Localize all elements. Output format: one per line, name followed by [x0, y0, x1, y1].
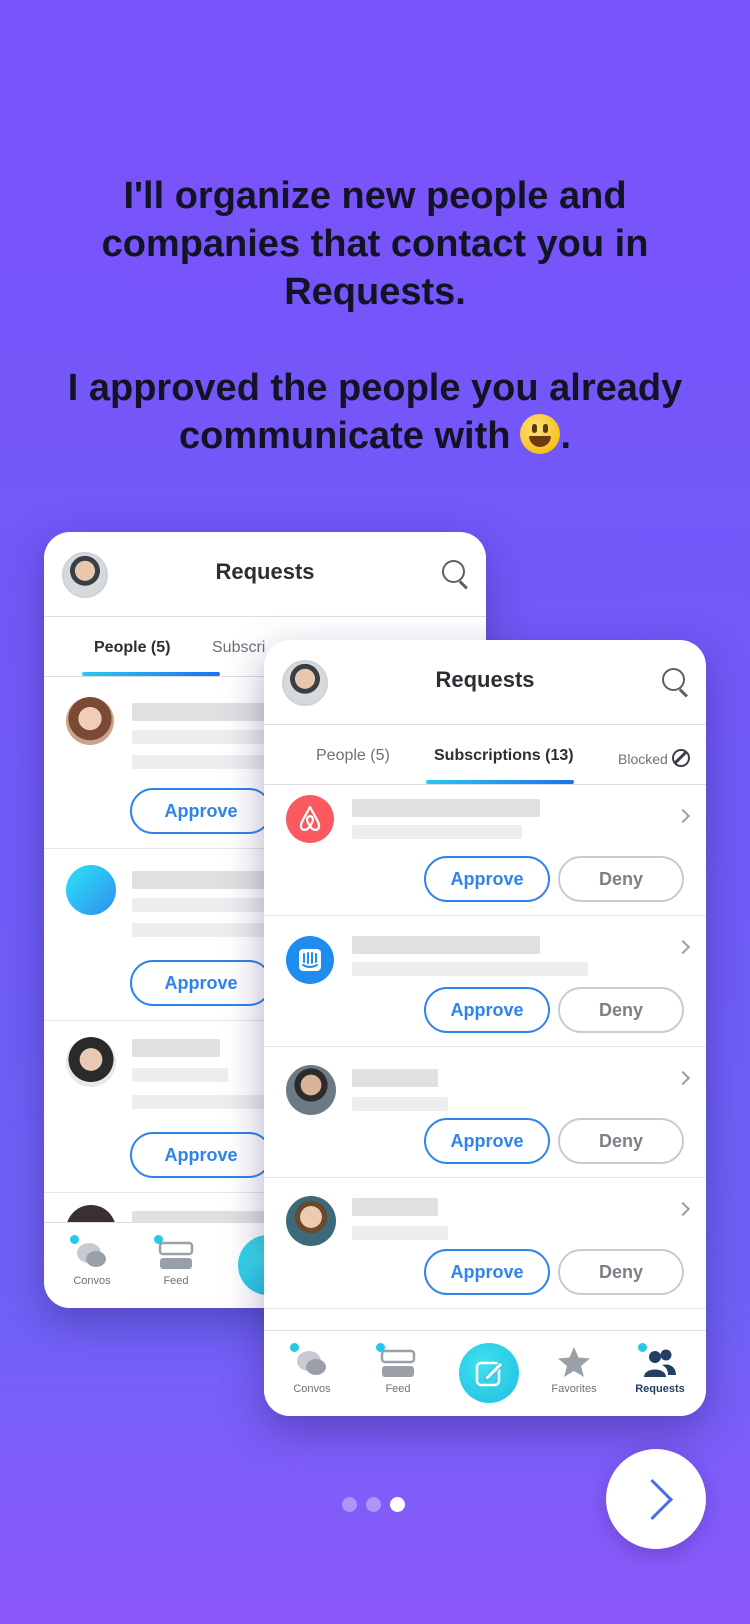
unread-dot [638, 1343, 647, 1352]
placeholder-bar [132, 923, 272, 937]
card-header: Requests [264, 640, 706, 725]
deny-button[interactable]: Deny [558, 987, 684, 1033]
placeholder-bar [352, 1097, 448, 1111]
avatar [286, 1196, 336, 1246]
page-dot-active [390, 1497, 405, 1512]
placeholder-bar [132, 1095, 272, 1109]
nav-label: Feed [163, 1275, 189, 1287]
approve-button[interactable]: Approve [130, 960, 272, 1006]
placeholder-bar [132, 730, 272, 744]
placeholder-bar [132, 755, 272, 769]
page-dot [342, 1497, 357, 1512]
unread-dot [290, 1343, 299, 1352]
nav-feed[interactable]: Feed [136, 1235, 216, 1287]
unread-dot [376, 1343, 385, 1352]
card-header: Requests [44, 532, 486, 617]
page-dot [366, 1497, 381, 1512]
tab-subscriptions[interactable]: Subscri [212, 639, 265, 657]
tab-underline [426, 780, 574, 784]
unread-dot [154, 1235, 163, 1244]
feed-icon [380, 1349, 416, 1377]
convos-icon [297, 1351, 326, 1375]
approve-button[interactable]: Approve [130, 788, 272, 834]
blocked-icon [671, 749, 690, 767]
nav-favorites[interactable]: Favorites [534, 1345, 614, 1395]
list-item[interactable]: Approve Deny [264, 1047, 706, 1178]
nav-label: Convos [73, 1275, 111, 1287]
headline-line-2-end: . [560, 415, 572, 457]
requests-people-icon [644, 1349, 676, 1377]
tab-blocked[interactable]: Blocked [618, 749, 690, 767]
unread-dot [70, 1235, 79, 1244]
compose-button[interactable] [459, 1343, 519, 1403]
intercom-glyph-icon [299, 949, 321, 971]
onboarding-headline: I'll organize new people and companies t… [60, 172, 690, 460]
avatar [66, 865, 116, 915]
intercom-logo-icon [286, 936, 334, 984]
chevron-right-icon [675, 939, 691, 955]
nav-feed[interactable]: Feed [358, 1343, 438, 1395]
star-icon [558, 1347, 590, 1377]
nav-convos[interactable]: Convos [52, 1235, 132, 1287]
nav-convos[interactable]: Convos [272, 1343, 352, 1395]
next-button[interactable] [606, 1449, 706, 1549]
bottom-nav: Convos Feed Favorites Requests [264, 1330, 706, 1416]
nav-label: Favorites [551, 1383, 597, 1395]
requests-card-subscriptions: Requests People (5) Subscriptions (13) B… [264, 640, 706, 1416]
approve-button[interactable]: Approve [424, 987, 550, 1033]
chevron-right-icon [675, 1070, 691, 1086]
page-title: Requests [435, 667, 535, 692]
placeholder-bar [132, 898, 272, 912]
avatar [66, 1037, 116, 1087]
nav-label: Requests [635, 1383, 685, 1395]
tab-underline [82, 672, 220, 676]
airbnb-logo-icon [286, 795, 334, 843]
page-title: Requests [215, 559, 315, 584]
placeholder-bar [132, 703, 272, 721]
smiley-emoji-icon [520, 414, 561, 454]
placeholder-bar [352, 1226, 448, 1240]
search-icon[interactable] [440, 558, 470, 588]
nav-label: Feed [385, 1383, 411, 1395]
placeholder-bar [132, 871, 272, 889]
tab-subscriptions[interactable]: Subscriptions (13) [434, 747, 574, 765]
approve-button[interactable]: Approve [424, 1118, 550, 1164]
avatar [286, 1065, 336, 1115]
avatar [66, 697, 114, 745]
placeholder-bar [132, 1068, 228, 1082]
headline-line-2: I approved the people you already commun… [60, 364, 690, 460]
list-item[interactable]: Approve Deny [264, 1178, 706, 1309]
placeholder-bar [352, 825, 522, 839]
nav-requests[interactable]: Requests [620, 1343, 700, 1395]
airbnb-glyph-icon [299, 805, 321, 831]
feed-icon [158, 1241, 194, 1269]
deny-button[interactable]: Deny [558, 856, 684, 902]
approve-button[interactable]: Approve [130, 1132, 272, 1178]
chevron-right-icon [675, 808, 691, 824]
approve-button[interactable]: Approve [424, 1249, 550, 1295]
chevron-right-icon [675, 1201, 691, 1217]
headline-line-1: I'll organize new people and companies t… [101, 175, 649, 313]
tab-blocked-label: Blocked [618, 751, 668, 767]
placeholder-bar [132, 1039, 220, 1057]
search-icon[interactable] [660, 666, 690, 696]
tab-bar: People (5) Subscriptions (13) Blocked [264, 725, 706, 785]
placeholder-bar [352, 936, 540, 954]
placeholder-bar [352, 1069, 438, 1087]
list-item[interactable]: Approve Deny [264, 785, 706, 916]
placeholder-bar [352, 799, 540, 817]
compose-icon [475, 1361, 504, 1387]
deny-button[interactable]: Deny [558, 1249, 684, 1295]
headline-line-2-text: I approved the people you already commun… [67, 367, 683, 457]
convos-icon [77, 1243, 106, 1267]
nav-label: Convos [293, 1383, 331, 1395]
tab-people[interactable]: People (5) [316, 747, 390, 765]
placeholder-bar [352, 1198, 438, 1216]
placeholder-bar [352, 962, 588, 976]
deny-button[interactable]: Deny [558, 1118, 684, 1164]
approve-button[interactable]: Approve [424, 856, 550, 902]
tab-people[interactable]: People (5) [94, 639, 170, 657]
list-item[interactable]: Approve Deny [264, 916, 706, 1047]
